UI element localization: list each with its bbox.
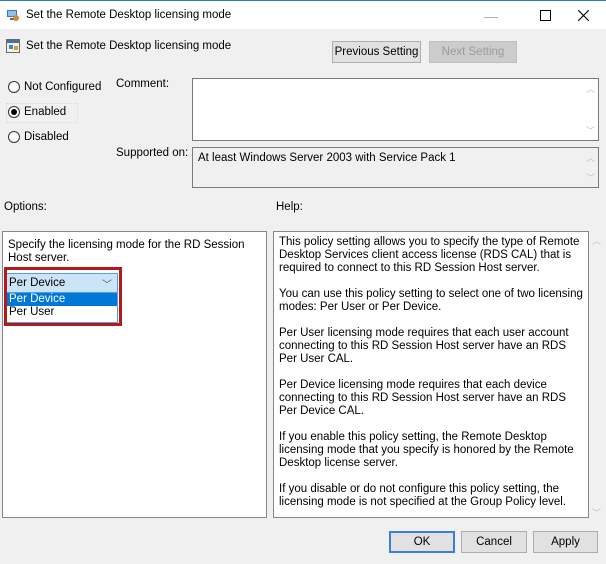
radio-circle[interactable] [8,131,20,143]
help-paragraph: Per Device licensing mode requires that … [279,379,566,417]
help-paragraph: Per User licensing mode requires that ea… [279,327,569,365]
title-bar: Set the Remote Desktop licensing mode — [0,0,606,29]
help-paragraph: This policy setting allows you to specif… [279,236,580,274]
next-setting-button[interactable]: Next Setting [429,41,517,63]
supported-on-value: At least Windows Server 2003 with Servic… [198,152,456,164]
radio-not-configured[interactable]: Not Configured [8,81,101,93]
options-label: Options: [4,201,47,213]
help-paragraph: If you enable this policy setting, the R… [279,431,574,469]
radio-label: Disabled [24,131,69,143]
scroll-down-icon[interactable]: ﹀ [586,171,595,184]
options-description: Specify the licensing mode for the RD Se… [8,239,245,264]
scroll-down-icon[interactable]: ﹀ [586,124,595,137]
close-icon [577,10,589,21]
annotation-highlight-box [4,267,122,326]
remote-desktop-icon [7,10,19,21]
comment-label: Comment: [116,78,170,90]
policy-title: Set the Remote Desktop licensing mode [26,40,232,52]
radio-selected-dot [11,109,17,115]
radio-label: Enabled [24,106,67,118]
ok-button[interactable]: OK [389,531,455,553]
help-paragraph: You can use this policy setting to selec… [279,288,583,313]
help-scroll-up-icon[interactable]: ︿ [592,234,601,247]
comment-textarea[interactable]: ︿ ﹀ [192,78,599,141]
maximize-icon [539,10,551,21]
scroll-up-icon[interactable]: ︿ [586,151,595,164]
minimize-icon: — [484,7,498,24]
scroll-up-icon[interactable]: ︿ [586,82,595,95]
apply-button[interactable]: Apply [533,531,598,553]
cancel-button[interactable]: Cancel [461,531,527,553]
close-button[interactable] [560,1,606,30]
policy-setting-icon [6,39,20,53]
radio-label: Not Configured [24,81,102,93]
help-scroll-down-icon[interactable]: ﹀ [592,506,601,519]
window-title: Set the Remote Desktop licensing mode [26,9,232,21]
radio-disabled[interactable]: Disabled [8,131,69,143]
radio-enabled[interactable]: Enabled [8,106,66,118]
previous-setting-button[interactable]: Previous Setting [332,41,421,63]
radio-circle[interactable] [8,106,20,118]
help-panel: This policy setting allows you to specif… [273,231,589,518]
supported-on-field: At least Windows Server 2003 with Servic… [192,147,599,188]
help-label: Help: [276,201,303,213]
minimize-button[interactable]: — [468,1,514,30]
radio-circle[interactable] [8,81,20,93]
supported-on-label: Supported on: [116,147,189,159]
help-paragraph: If you disable or do not configure this … [279,483,567,508]
